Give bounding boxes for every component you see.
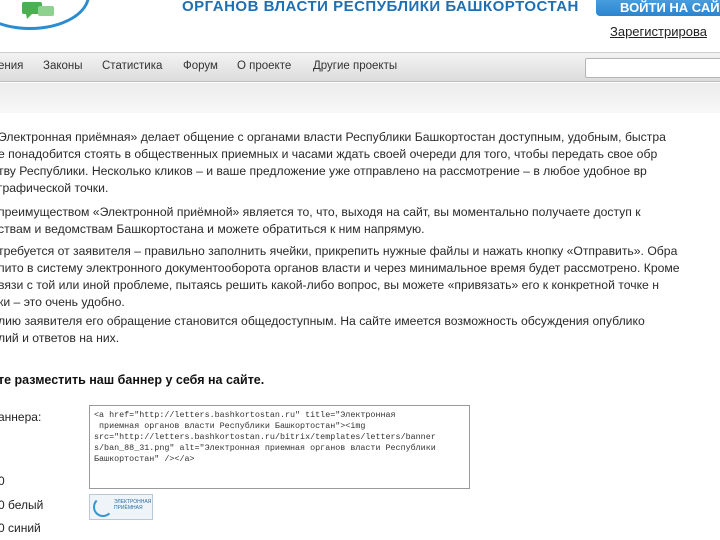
site-title: ОРГАНОВ ВЛАСТИ РЕСПУБЛИКИ БАШКОРТОСТАН (182, 0, 579, 15)
register-link[interactable]: Зарегистрирова (610, 24, 707, 39)
paragraph-line: ки – это очень удобно. (0, 295, 125, 309)
paragraph-line: графической точки. (0, 181, 109, 195)
login-button[interactable]: ВОЙТИ НА САЙ (596, 0, 720, 16)
paragraph-line: требуется от заявителя – правильно запол… (0, 244, 678, 258)
nav-item-statistics[interactable]: Статистика (102, 60, 162, 72)
paragraph-line: е понадобится стоять в общественных прие… (0, 147, 658, 161)
banner-blue-label: 0 синий (0, 521, 41, 535)
paragraph-line: пито в систему электронного документообо… (0, 261, 680, 275)
paragraph-line: Электронная приёмная» делает общение с о… (0, 130, 666, 144)
sub-nav-band (0, 83, 720, 113)
site-header: ОРГАНОВ ВЛАСТИ РЕСПУБЛИКИ БАШКОРТОСТАН В… (0, 0, 720, 52)
paragraph-line: лий и ответов на них. (0, 331, 120, 345)
banner-white-label: 0 белый (0, 498, 44, 512)
speech-bubble-icon (22, 2, 54, 19)
banner-size-label: 0 (0, 474, 5, 488)
banner-thumb-text: ЭЛЕКТРОННАЯ ПРИЁМНАЯ (114, 499, 152, 511)
nav-item-laws[interactable]: Законы (43, 60, 83, 72)
banner-code-textarea[interactable]: <a href="http://letters.bashkortostan.ru… (89, 405, 470, 489)
paragraph-line: ствам и ведомствам Башкортостана и может… (0, 222, 425, 236)
banner-code-label: аннера: (0, 410, 42, 424)
main-nav: ения Законы Статистика Форум О проекте Д… (0, 52, 720, 82)
banner-preview-white[interactable]: ЭЛЕКТРОННАЯ ПРИЁМНАЯ (89, 494, 153, 520)
nav-item-other-projects[interactable]: Другие проекты (313, 60, 397, 72)
logo-swoosh-icon (93, 497, 113, 517)
nav-item-forum[interactable]: Форум (183, 60, 218, 72)
paragraph-line: преимуществом «Электронной приёмной» явл… (0, 205, 641, 219)
paragraph-line: вязи с той или иной проблеме, пытаясь ре… (0, 278, 659, 292)
search-input[interactable] (585, 58, 720, 78)
banner-heading: те разместить наш баннер у себя на сайте… (0, 373, 265, 387)
nav-item-appeals[interactable]: ения (0, 60, 23, 72)
nav-item-about[interactable]: О проекте (237, 60, 291, 72)
paragraph-line: лию заявителя его обращение становится о… (0, 314, 645, 328)
paragraph-line: тву Республики. Несколько кликов – и ваш… (0, 164, 647, 178)
